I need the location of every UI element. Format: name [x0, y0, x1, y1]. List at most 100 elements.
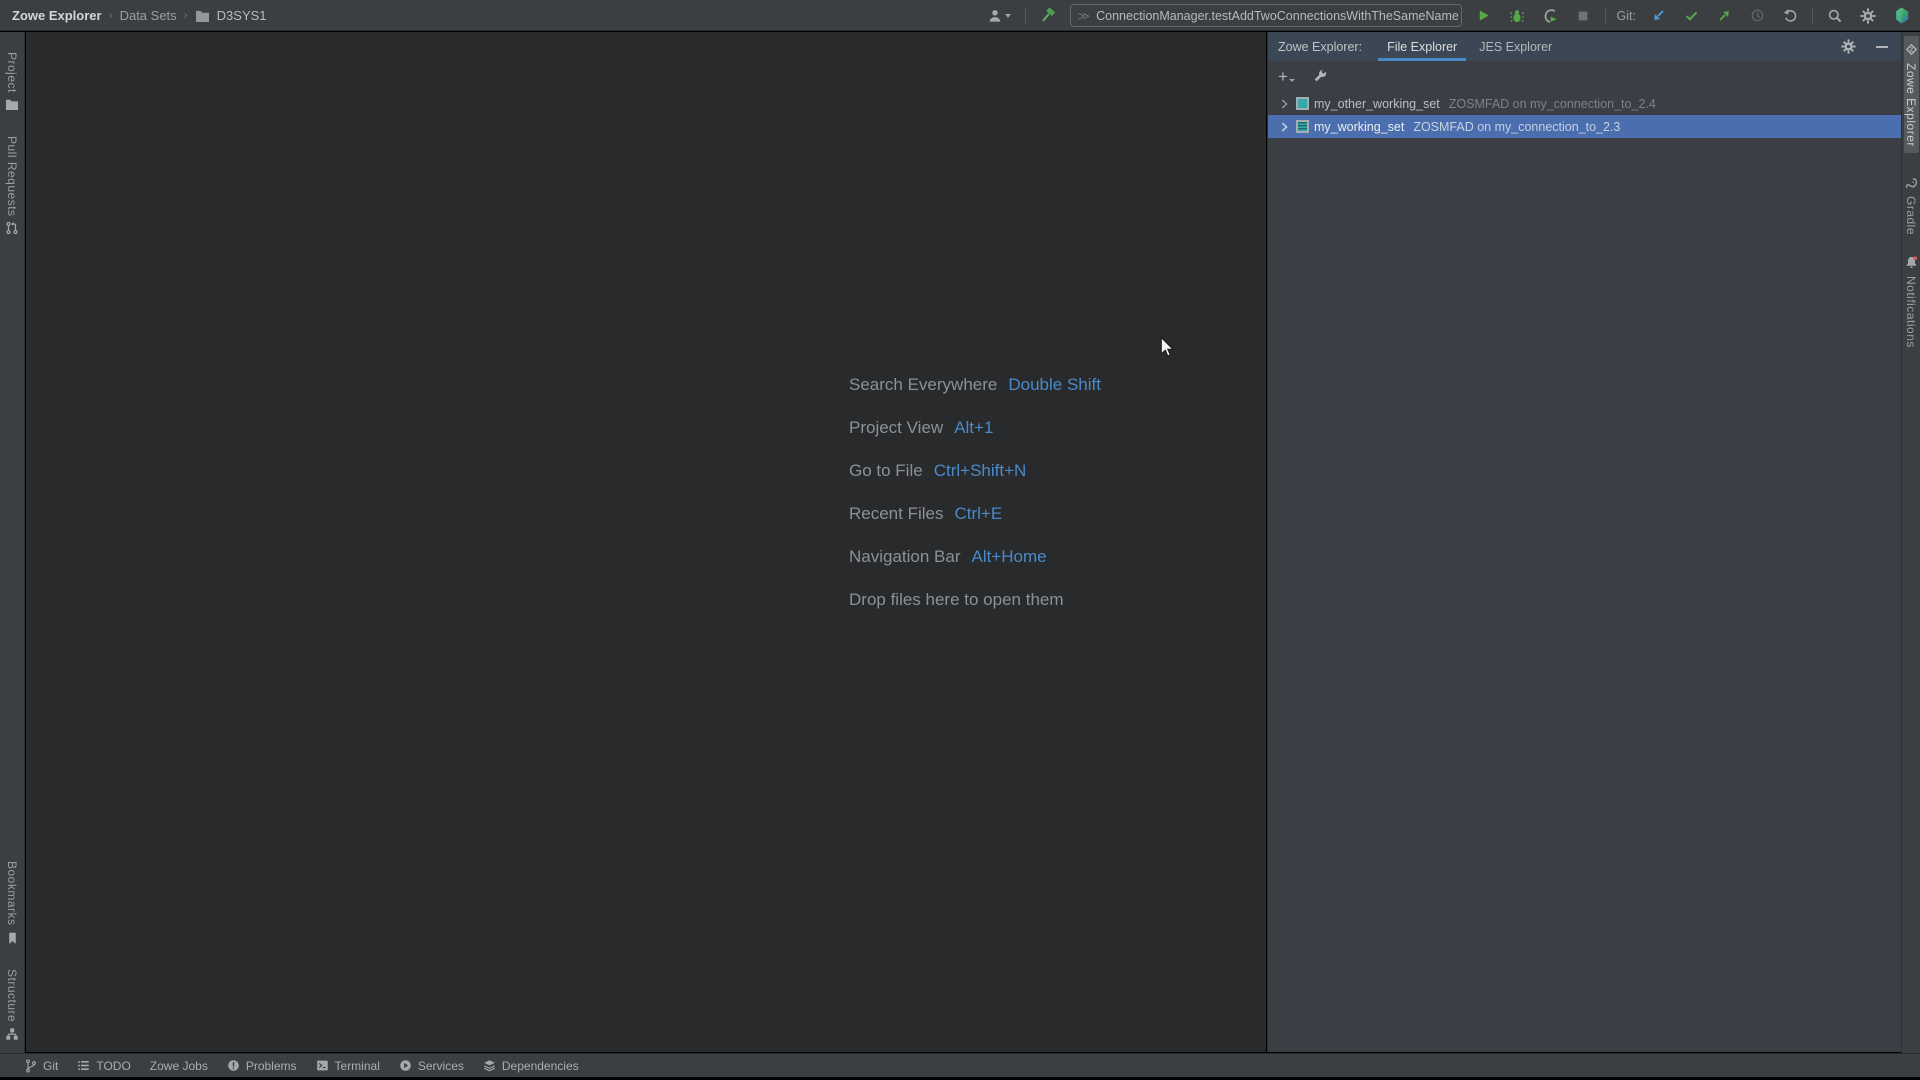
bottom-item-git[interactable]: Git [25, 1059, 58, 1073]
ide-window: Zowe Explorer › Data Sets › D3SYS1 ≫ Con… [0, 0, 1920, 1080]
hint-shortcut: Ctrl+Shift+N [933, 461, 1027, 480]
working-set-icon [1296, 97, 1309, 110]
stripe-item-notifications[interactable]: Notifications [1904, 249, 1919, 354]
git-branch-icon [26, 1058, 36, 1073]
run-button[interactable] [1473, 5, 1495, 27]
bottom-item-terminal[interactable]: Terminal [316, 1059, 380, 1073]
git-update-icon[interactable] [1647, 5, 1669, 27]
notifications-stripe-label: Notifications [1904, 275, 1918, 348]
bottom-item-problems[interactable]: Problems [227, 1059, 297, 1073]
breadcrumb: Zowe Explorer › Data Sets › D3SYS1 [0, 8, 267, 23]
run-config-icon: ≫ [1077, 8, 1091, 23]
breadcrumb-project[interactable]: Zowe Explorer [12, 8, 102, 23]
notification-bell-icon [1904, 255, 1919, 270]
bottom-item-zowe-jobs[interactable]: Zowe Jobs [150, 1059, 208, 1073]
bottom-item-label: Problems [245, 1058, 297, 1073]
tab-jes-explorer[interactable]: JES Explorer [1468, 32, 1563, 61]
rollback-undo-icon[interactable] [1779, 5, 1801, 27]
search-everywhere-icon[interactable] [1824, 5, 1846, 27]
build-hammer-icon[interactable] [1037, 5, 1059, 27]
hint-label: Project View [849, 418, 944, 437]
working-set-name: my_other_working_set [1314, 96, 1440, 111]
hint-shortcut: Double Shift [1008, 375, 1101, 394]
bottom-item-label: Services [417, 1058, 464, 1073]
toolbar-separator [1024, 7, 1026, 24]
sidebar-item-project[interactable]: Project [5, 46, 19, 116]
minimize-icon[interactable] [1871, 36, 1893, 58]
structure-stripe-label: Structure [5, 968, 19, 1022]
bottom-item-services[interactable]: Services [399, 1059, 464, 1073]
folder-icon [5, 98, 19, 110]
run-with-coverage-button[interactable] [1539, 5, 1561, 27]
history-clock-icon-disabled [1746, 5, 1768, 27]
run-config-name: ConnectionManager.testAddTwoConnectionsW… [1096, 8, 1459, 23]
structure-icon [5, 1027, 19, 1041]
working-set-detail: ZOSMFAD on my_connection_to_2.4 [1448, 96, 1656, 111]
tab-label: JES Explorer [1479, 39, 1553, 54]
settings-gear-icon[interactable] [1857, 5, 1879, 27]
breadcrumb-separator-icon: › [108, 8, 113, 22]
breadcrumb-separator-icon: › [183, 8, 188, 22]
tool-window-title: Zowe Explorer: [1278, 39, 1363, 54]
bottom-item-label: Zowe Jobs [149, 1058, 208, 1073]
git-push-icon[interactable] [1713, 5, 1735, 27]
breadcrumb-file[interactable]: D3SYS1 [217, 8, 267, 23]
hint-label: Search Everywhere [849, 375, 998, 394]
user-account-icon[interactable] [984, 5, 1014, 27]
toolbar-separator [1812, 7, 1813, 24]
settings-wrench-icon[interactable] [1310, 66, 1332, 88]
tab-file-explorer[interactable]: File Explorer [1376, 32, 1468, 61]
bottom-item-todo[interactable]: TODO [77, 1058, 131, 1073]
left-tool-stripe: Project Pull Requests Bookmarks Structur… [0, 32, 25, 1053]
svg-text:Z: Z [1909, 48, 1913, 54]
tree-row-other-working-set[interactable]: my_other_working_set ZOSMFAD on my_conne… [1268, 92, 1901, 115]
tool-window-header: Zowe Explorer: File Explorer JES Explore… [1268, 32, 1901, 61]
folder-icon [195, 9, 210, 22]
working-set-name: my_working_set [1314, 119, 1405, 134]
sidebar-item-pull-requests[interactable]: Pull Requests [5, 130, 19, 242]
sidebar-item-bookmarks[interactable]: Bookmarks [5, 855, 19, 951]
main-toolbar: Zowe Explorer › Data Sets › D3SYS1 ≫ Con… [0, 0, 1920, 31]
pull-request-icon [5, 221, 19, 235]
chevron-right-icon [1281, 122, 1288, 131]
dependencies-layers-icon [483, 1060, 495, 1072]
chevron-right-icon [1281, 99, 1288, 108]
stripe-item-gradle[interactable]: Gradle [1904, 171, 1919, 241]
right-tool-stripe: Z Zowe Explorer Gradle Notifications [1901, 32, 1920, 1053]
bottom-item-label: Dependencies [501, 1058, 579, 1073]
project-stripe-label: Project [5, 52, 19, 93]
working-set-detail: ZOSMFAD on my_connection_to_2.3 [1413, 119, 1621, 134]
services-icon [400, 1060, 411, 1071]
working-set-tree: my_other_working_set ZOSMFAD on my_conne… [1268, 92, 1901, 138]
zowe-stripe-label: Zowe Explorer [1904, 63, 1918, 147]
hint-shortcut: Ctrl+E [954, 504, 1003, 523]
stripe-item-zowe-explorer[interactable]: Z Zowe Explorer [1903, 36, 1919, 153]
zowe-diamond-icon: Z [1904, 42, 1919, 57]
code-with-me-sphere-icon[interactable] [1890, 5, 1912, 27]
hint-shortcut: Alt+Home [971, 547, 1047, 566]
chevron-down-icon [1288, 79, 1295, 82]
hint-shortcut: Alt+1 [954, 418, 994, 437]
bottom-item-label: Terminal [334, 1058, 380, 1073]
git-commit-icon[interactable] [1680, 5, 1702, 27]
bookmark-icon [6, 931, 19, 945]
add-working-set-button[interactable]: + [1278, 66, 1295, 88]
debug-button[interactable] [1506, 5, 1528, 27]
problems-icon [228, 1060, 239, 1071]
gradle-stripe-label: Gradle [1904, 195, 1918, 235]
hint-label: Recent Files [849, 504, 944, 523]
tree-row-working-set[interactable]: my_working_set ZOSMFAD on my_connection_… [1268, 115, 1901, 138]
bottom-item-dependencies[interactable]: Dependencies [483, 1059, 579, 1073]
zowe-explorer-tool-window: Zowe Explorer: File Explorer JES Explore… [1267, 32, 1901, 1052]
run-configuration-select[interactable]: ≫ ConnectionManager.testAddTwoConnection… [1069, 4, 1462, 27]
mouse-cursor [1160, 337, 1175, 357]
tool-window-gear-icon[interactable] [1837, 36, 1859, 58]
hint-label: Go to File [849, 461, 923, 480]
breadcrumb-folder[interactable]: Data Sets [120, 8, 177, 23]
hint-label: Navigation Bar [849, 547, 961, 566]
gradle-icon [1904, 177, 1919, 190]
sidebar-item-structure[interactable]: Structure [5, 963, 19, 1047]
bottom-item-label: TODO [96, 1058, 131, 1073]
editor-empty-area: Search Everywhere Double Shift Project Vi… [26, 32, 1266, 1052]
tool-window-toolbar: + [1268, 61, 1901, 92]
